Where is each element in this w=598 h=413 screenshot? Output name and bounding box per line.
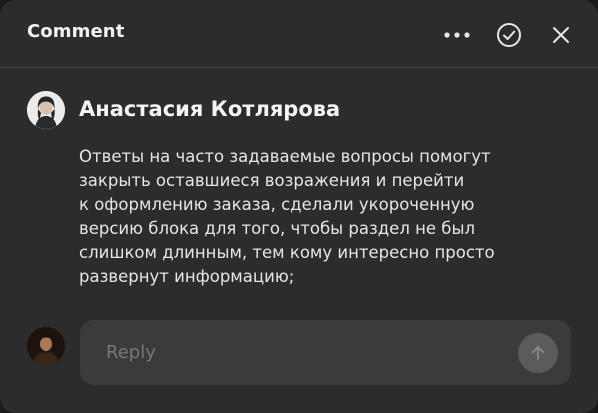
more-options-button[interactable] (442, 20, 472, 50)
panel-header: Comment (0, 0, 598, 68)
user-avatar (27, 327, 65, 365)
check-circle-icon (497, 23, 521, 47)
reply-input[interactable] (80, 320, 500, 385)
resolve-button[interactable] (494, 20, 524, 50)
comment-text: Ответы на часто задаваемые вопросы помог… (79, 147, 495, 286)
close-icon (553, 27, 569, 43)
comment-panel: Comment Анастасия Котлярова Ответы на ча… (0, 0, 598, 413)
arrow-up-icon (531, 346, 545, 360)
user-avatar (27, 91, 65, 129)
more-horizontal-icon (444, 32, 470, 38)
current-user-avatar (27, 327, 65, 365)
header-actions (442, 20, 576, 50)
panel-title: Comment (27, 21, 125, 42)
author-name: Анастасия Котлярова (79, 97, 341, 121)
close-button[interactable] (546, 20, 576, 50)
send-reply-button[interactable] (518, 333, 558, 373)
author-avatar (27, 91, 65, 129)
reply-input-container (80, 320, 571, 385)
